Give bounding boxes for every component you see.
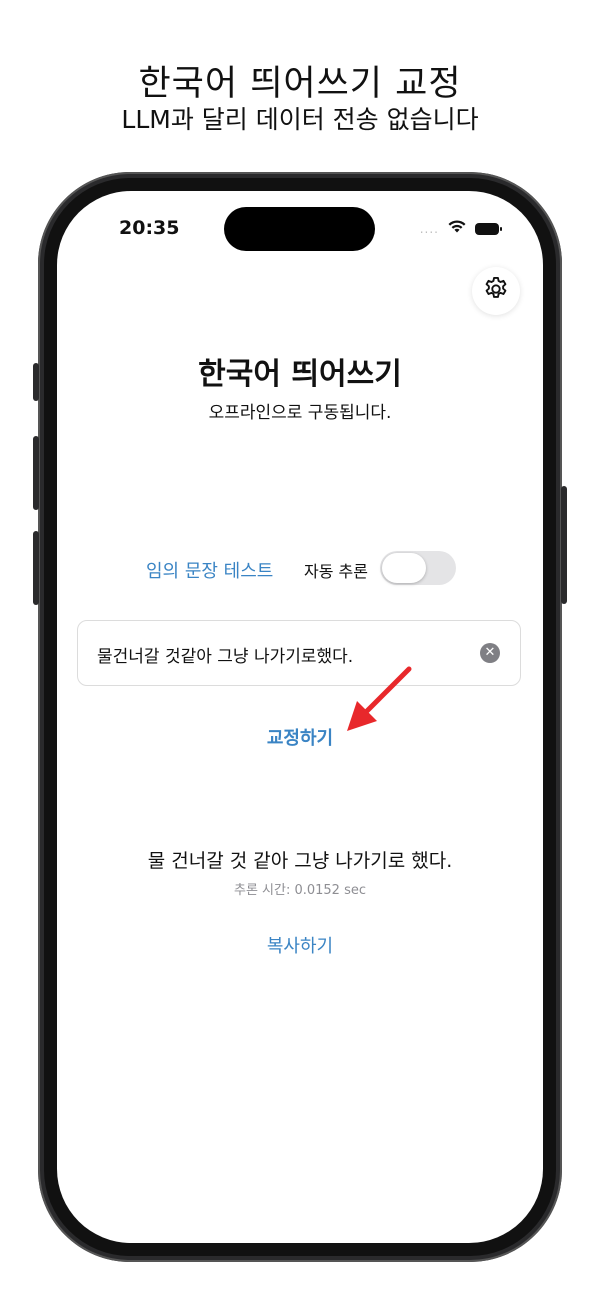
sentence-input-value: 물건너갈 것같아 그냥 나가기로했다. (97, 647, 354, 667)
sentence-input-field[interactable]: 물건너갈 것같아 그냥 나가기로했다. ✕ (77, 620, 521, 686)
phone-power-button (561, 486, 567, 604)
corrected-result-text: 물 건너갈 것 같아 그냥 나가기로 했다. (147, 850, 453, 872)
red-arrow-annotation (347, 666, 412, 731)
dynamic-island (224, 207, 375, 251)
promo-subtitle: LLM과 달리 데이터 전송 없습니다 (121, 105, 479, 134)
promo-title: 한국어 띄어쓰기 교정 (138, 64, 462, 104)
close-icon: ✕ (484, 645, 496, 660)
copy-button[interactable]: 복사하기 (57, 932, 543, 958)
promo-page: 한국어 띄어쓰기 교정 LLM과 달리 데이터 전송 없습니다 20:35 ..… (0, 0, 600, 1299)
wifi-icon (447, 219, 467, 238)
phone-screen: 20:35 .... 한국어 띄어쓰기 오프라인으로 구동됩니다. 임의 문장 … (57, 191, 543, 1243)
gear-icon (482, 275, 510, 307)
settings-button[interactable] (472, 267, 520, 315)
inference-time-label: 추론 시간: 0.0152 sec (233, 883, 367, 898)
auto-inference-toggle[interactable] (380, 551, 456, 585)
clear-input-button[interactable]: ✕ (480, 643, 500, 663)
cellular-signal-icon: .... (419, 221, 439, 236)
auto-inference-label: 자동 추론 (304, 562, 368, 581)
status-icons: .... (419, 219, 502, 238)
toggle-knob (382, 553, 426, 583)
battery-icon (475, 222, 502, 235)
phone-volume-down-button (33, 531, 39, 605)
phone-volume-up-button (33, 436, 39, 510)
app-title: 한국어 띄어쓰기 (198, 357, 402, 392)
phone-action-button (33, 363, 39, 401)
correct-button[interactable]: 교정하기 (57, 724, 543, 750)
app-subtitle: 오프라인으로 구동됩니다. (208, 403, 392, 423)
random-sentence-test-button[interactable]: 임의 문장 테스트 (146, 557, 273, 583)
status-time: 20:35 (119, 217, 180, 239)
